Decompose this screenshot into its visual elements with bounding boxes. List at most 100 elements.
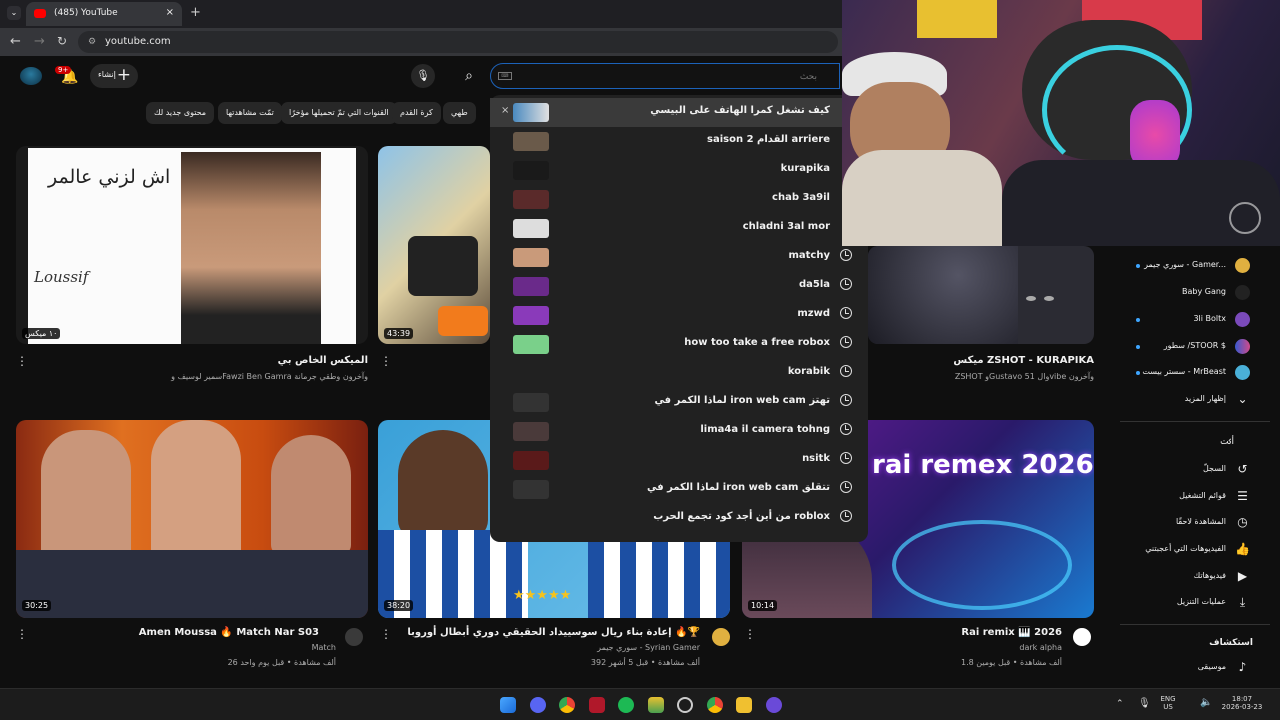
sidebar-item-liked[interactable]: الفيديوهات التي أعجبتني 👍 (1120, 538, 1260, 562)
subscription-label: سوري جيمر - Gamer... (1144, 260, 1226, 269)
video-thumbnail-kurapika[interactable] (868, 246, 1094, 344)
sidebar-you-heading[interactable]: أنت ‹ (1120, 431, 1260, 455)
forward-arrow-icon[interactable]: → (34, 34, 45, 49)
suggestion-item[interactable]: how too take a free robox (490, 330, 868, 359)
video-thumbnail-2[interactable]: 43:39 (378, 146, 490, 344)
video-channel[interactable]: dark alpha (1019, 643, 1062, 652)
sidebar-item-history[interactable]: السجلّ ↺ (1120, 458, 1260, 482)
keyboard-icon[interactable]: ⌨ (498, 72, 512, 80)
suggestion-text: korabik (787, 366, 830, 377)
channel-avatar[interactable] (345, 628, 363, 646)
app-icon[interactable] (648, 697, 664, 713)
file-explorer-icon[interactable] (736, 697, 752, 713)
windows-taskbar: ⌃ 🎙 ENG US 🔈 18:07 2026-03-23 (0, 688, 1280, 720)
chip-new-to-you[interactable]: محتوى جديد لك (146, 102, 215, 124)
tab-search-icon[interactable]: ⌄ (7, 6, 21, 20)
video-channel[interactable]: Match (312, 643, 336, 652)
adobe-icon[interactable] (589, 697, 605, 713)
suggestion-item[interactable]: mzwd (490, 301, 868, 330)
sidebar-item-downloads[interactable]: عمليات التنزيل ⤓ (1120, 591, 1260, 615)
settings-icon[interactable] (677, 697, 693, 713)
browser-tab-youtube[interactable]: (485) YouTube × (26, 2, 182, 26)
video-title[interactable]: الميكس الخاص بي (278, 355, 368, 366)
sidebar-show-more[interactable]: إظهار المزيد ⌄ (1120, 388, 1260, 412)
search-text-field[interactable] (491, 64, 839, 88)
discord-icon[interactable] (530, 697, 546, 713)
windows-start-icon[interactable] (500, 697, 516, 713)
sidebar-item-playlists[interactable]: قوائم التشغيل ☰ (1120, 485, 1260, 509)
video-channel[interactable]: سوري جيمر - Syrian Gamer (597, 643, 700, 652)
back-arrow-icon[interactable]: ← (10, 34, 21, 49)
chip-recently-uploaded[interactable]: القنوات التي تمّ تحميلها مؤخرًا (281, 102, 397, 124)
more-options-icon[interactable]: ⋮ (744, 627, 756, 641)
suggestion-item[interactable]: من أين أجد كود تجمع الحرب roblox (490, 504, 868, 533)
video-title[interactable]: ميكس ZSHOT - KURAPIKA (953, 355, 1094, 366)
suggestion-item[interactable]: korabik (490, 359, 868, 388)
video-title[interactable]: Rai remix 🎹 2026 (961, 627, 1062, 638)
video-title[interactable]: Amen Moussa 🔥 Match Nar S03 (139, 627, 319, 638)
suggestion-item[interactable]: matchy (490, 243, 868, 272)
spotify-icon[interactable] (618, 697, 634, 713)
history-icon (840, 278, 852, 290)
chip-football[interactable]: كرة القدم (392, 102, 441, 124)
remove-suggestion-icon[interactable]: × (501, 105, 509, 116)
video-title[interactable]: إعادة بناء ريال سوسييداد الحقيقي دوري أب… (407, 627, 700, 638)
sidebar-subscription[interactable]: 3li Boltx (1120, 308, 1260, 332)
video-thumbnail-match-nar[interactable]: 30:25 (16, 420, 368, 618)
more-options-icon[interactable]: ⋮ (16, 354, 28, 368)
more-options-icon[interactable]: ⋮ (16, 627, 28, 641)
sidebar-item-your-videos[interactable]: فيديوهاتك ▶ (1120, 565, 1260, 589)
url-field[interactable]: ⚙ youtube.com (78, 31, 838, 53)
video-thumbnail-mix[interactable]: اش لزني عالمر Loussif ١٠ ميكس (16, 146, 368, 344)
tray-chevron-up-icon[interactable]: ⌃ (1116, 699, 1124, 709)
reload-icon[interactable]: ↻ (57, 34, 67, 48)
sidebar-item-watch-later[interactable]: المشاهدة لاحقًا ◷ (1120, 511, 1260, 535)
suggestion-item[interactable]: nsitk (490, 446, 868, 475)
channel-avatar (1235, 258, 1250, 273)
sidebar-subscription[interactable]: Baby Gang (1120, 281, 1260, 305)
sidebar-subscription[interactable]: سطور /STOOR $ (1120, 335, 1260, 359)
suggestion-item[interactable]: chladni 3al mor (490, 214, 868, 243)
chip-cooking[interactable]: طهي (443, 102, 476, 124)
music-note-icon: ♪ (1238, 660, 1247, 674)
like-icon: 👍 (1235, 542, 1250, 556)
suggestion-item[interactable]: × كيف تشغل كمرا الهاتف على البيسي (490, 98, 868, 127)
chrome-profile-icon[interactable] (707, 697, 723, 713)
suggestion-thumbnail (513, 277, 549, 296)
language-indicator[interactable]: ENG US (1158, 695, 1178, 711)
sidebar-subscription[interactable]: سستر بيست - MrBeast (1120, 361, 1260, 385)
site-info-icon[interactable]: ⚙ (88, 37, 96, 47)
volume-muted-icon[interactable]: 🔈 (1200, 697, 1212, 708)
voice-search-mic-icon[interactable]: 🎙 (411, 64, 435, 88)
suggestion-item[interactable]: chab 3a9il (490, 185, 868, 214)
history-icon (840, 365, 852, 377)
new-content-dot (1136, 345, 1140, 349)
search-icon[interactable]: ⌕ (455, 64, 483, 88)
suggestion-item[interactable]: da5la (490, 272, 868, 301)
channel-logo-icon[interactable] (20, 67, 42, 85)
app-circle-icon[interactable] (766, 697, 782, 713)
create-button[interactable]: إنشاء + (90, 64, 138, 88)
suggestion-item[interactable]: kurapika (490, 156, 868, 185)
more-options-icon[interactable]: ⋮ (380, 627, 392, 641)
sidebar-subscription[interactable]: سوري جيمر - Gamer... (1120, 254, 1260, 278)
history-icon (840, 452, 852, 464)
more-options-icon[interactable]: ⋮ (380, 354, 392, 368)
channel-avatar[interactable] (712, 628, 730, 646)
sidebar-item-music[interactable]: موسيقى ♪ (1120, 656, 1260, 680)
suggestion-item[interactable]: لماذا الكمر في iron web cam تتقلق (490, 475, 868, 504)
microphone-icon[interactable]: 🎙 (1138, 698, 1151, 709)
channel-avatar[interactable] (1073, 628, 1091, 646)
suggestion-item[interactable]: lima4a il camera tohng (490, 417, 868, 446)
chrome-icon[interactable] (559, 697, 575, 713)
language-code: ENG (1160, 695, 1176, 703)
download-icon: ⤓ (1239, 595, 1246, 609)
suggestion-thumbnail (513, 422, 549, 441)
suggestion-item[interactable]: لماذا الكمر في iron web cam تهتز (490, 388, 868, 417)
clock[interactable]: 18:07 2026-03-23 (1218, 695, 1266, 711)
suggestion-item[interactable]: saison 2 القدام arriere (490, 127, 868, 156)
tab-close-icon[interactable]: × (166, 7, 174, 18)
chip-watched[interactable]: تمّت مشاهدتها (218, 102, 282, 124)
search-input[interactable] (490, 63, 840, 89)
new-tab-icon[interactable]: + (190, 5, 201, 20)
